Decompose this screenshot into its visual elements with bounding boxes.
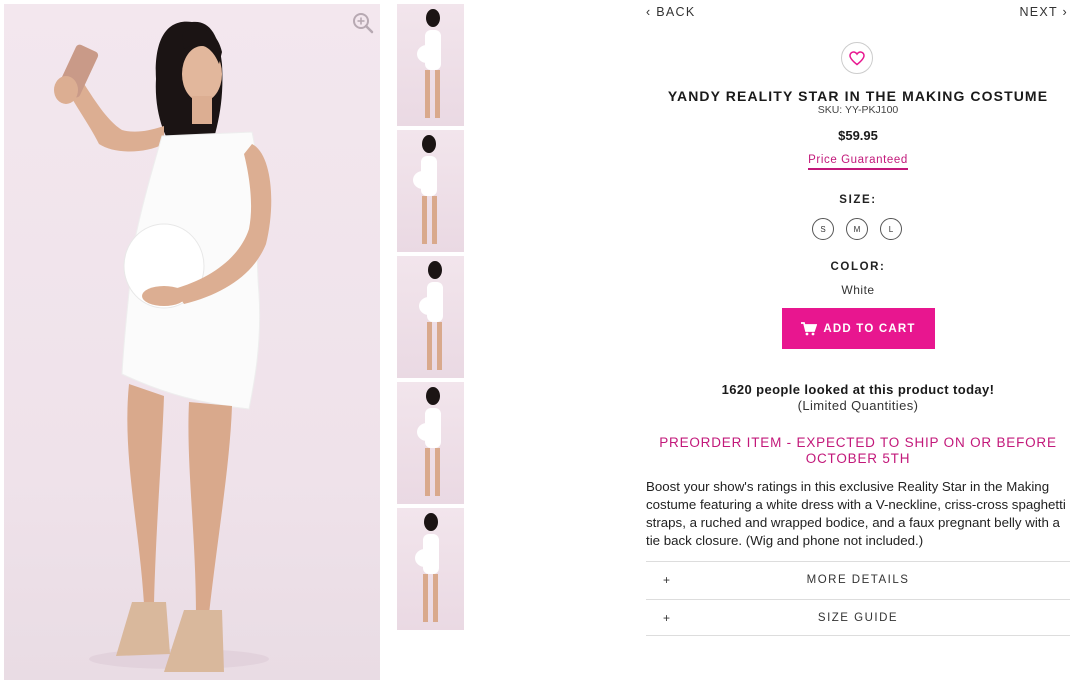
- zoom-in-icon[interactable]: [352, 12, 374, 34]
- main-product-image[interactable]: [4, 4, 380, 680]
- heart-icon: [849, 50, 865, 65]
- product-price: $59.95: [838, 128, 878, 143]
- thumbnail-1[interactable]: [397, 4, 464, 126]
- size-guide-label: SIZE GUIDE: [817, 612, 899, 624]
- more-details-accordion[interactable]: + MORE DETAILS: [646, 561, 1070, 598]
- product-title: YANDY REALITY STAR IN THE MAKING COSTUME: [667, 88, 1049, 104]
- wishlist-button[interactable]: [841, 42, 873, 74]
- size-label: SIZE:: [839, 194, 877, 206]
- thumbnail-2[interactable]: [397, 130, 464, 252]
- thumbnail-4[interactable]: [397, 382, 464, 504]
- preorder-notice: PREORDER ITEM - EXPECTED TO SHIP ON OR B…: [659, 435, 1057, 466]
- size-option-s[interactable]: S: [812, 218, 834, 240]
- thumbnail-strip: [397, 4, 464, 634]
- color-value: White: [841, 283, 875, 297]
- more-details-label: MORE DETAILS: [806, 574, 910, 586]
- color-label: COLOR:: [830, 261, 886, 273]
- size-option-m[interactable]: M: [846, 218, 868, 240]
- add-to-cart-label: ADD TO CART: [823, 322, 916, 335]
- product-sku: SKU: YY-PKJ100: [817, 104, 899, 116]
- thumbnail-5[interactable]: [397, 508, 464, 630]
- size-option-l[interactable]: L: [880, 218, 902, 240]
- viewers-count-text: 1620 people looked at this product today…: [721, 382, 995, 397]
- next-link[interactable]: NEXT ›: [1019, 5, 1068, 19]
- limited-quantities-text: (Limited Quantities): [797, 398, 919, 413]
- thumbnail-3[interactable]: [397, 256, 464, 378]
- product-panel: ‹ BACK NEXT › YANDY REALITY STAR IN THE …: [646, 0, 1070, 684]
- size-guide-accordion[interactable]: + SIZE GUIDE: [646, 599, 1070, 636]
- cart-icon: [801, 321, 818, 335]
- add-to-cart-button[interactable]: ADD TO CART: [782, 308, 935, 349]
- model-illustration: [54, 21, 272, 672]
- back-link[interactable]: ‹ BACK: [646, 5, 695, 19]
- price-guaranteed-link[interactable]: Price Guaranteed: [808, 154, 908, 170]
- product-description: Boost your show's ratings in this exclus…: [646, 479, 1066, 548]
- size-options: S M L: [812, 218, 902, 240]
